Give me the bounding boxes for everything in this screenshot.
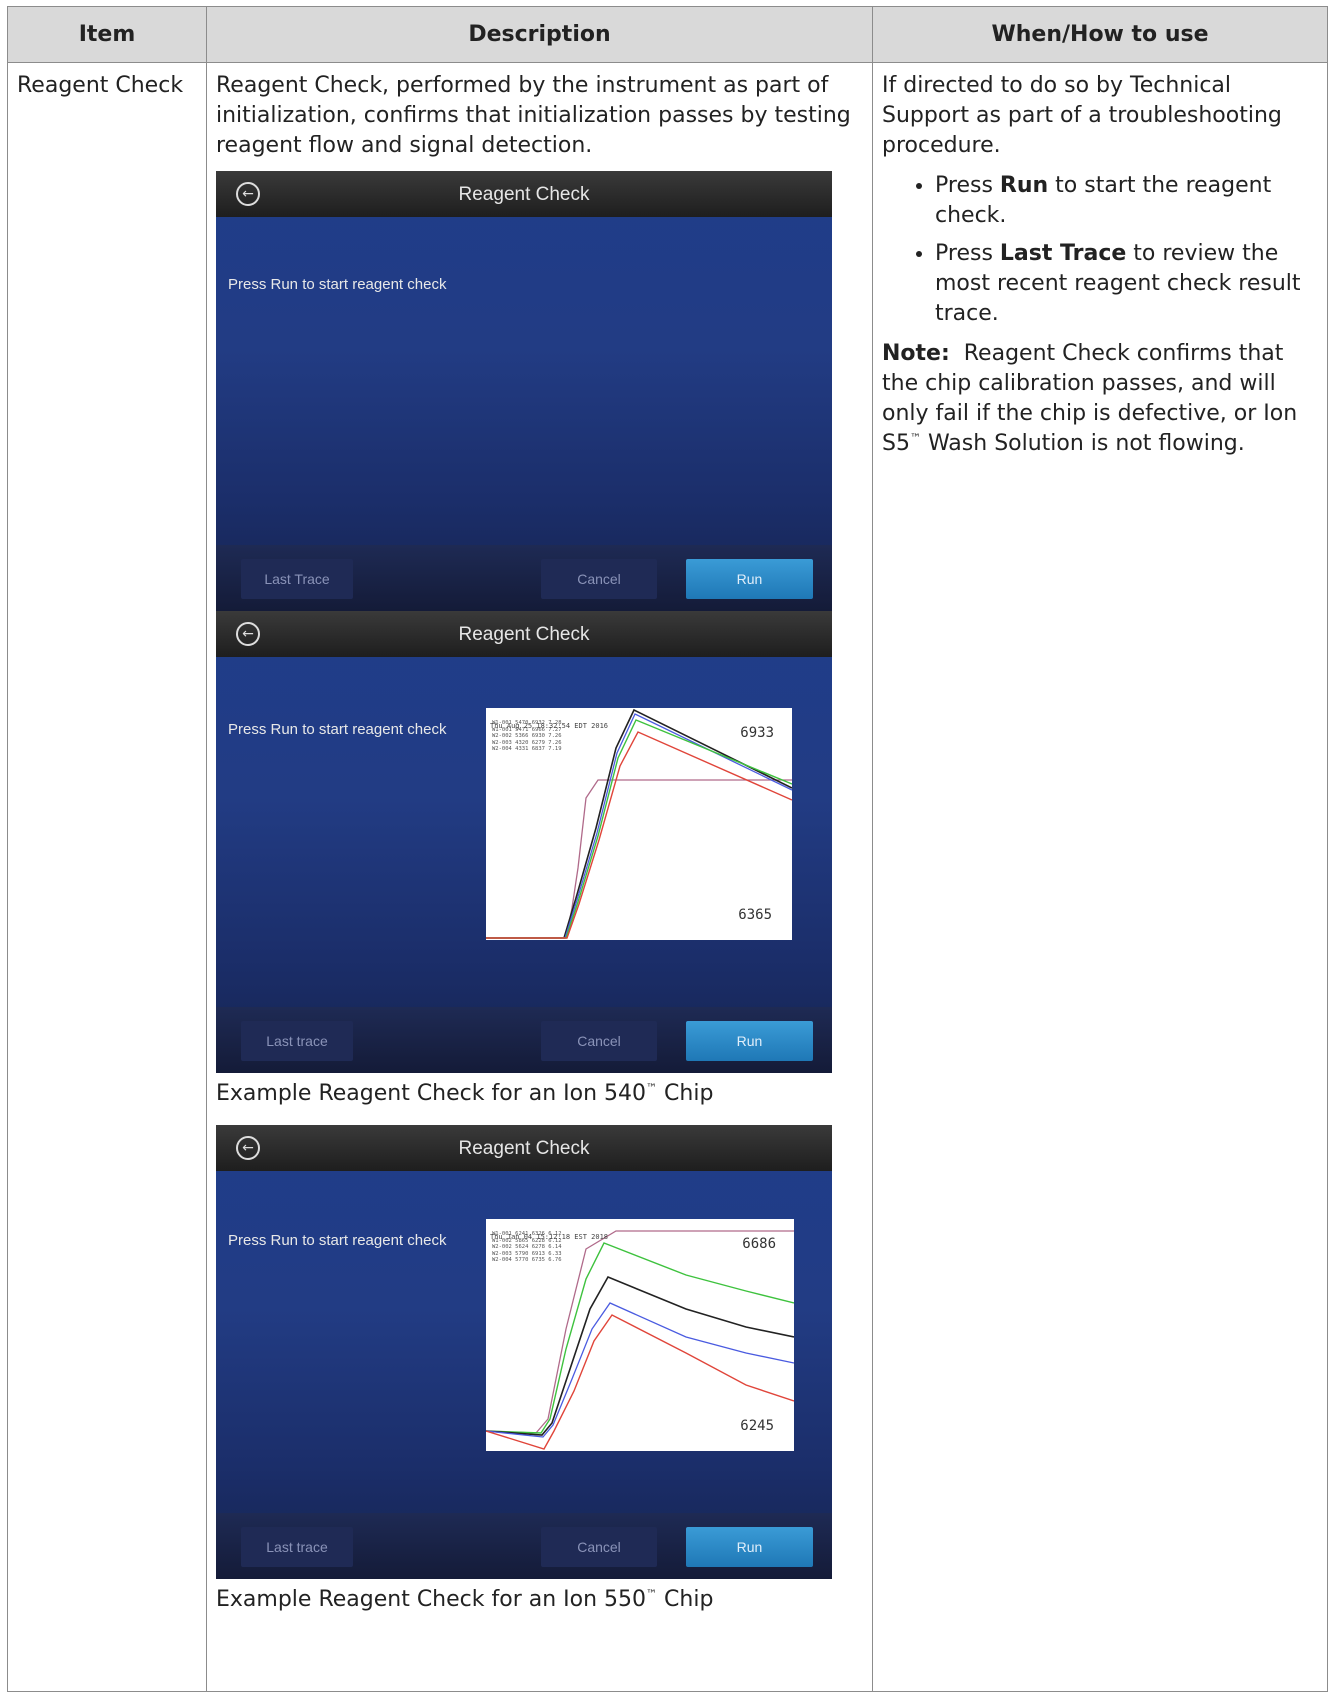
list-text: Press bbox=[935, 241, 1000, 266]
header-description: Description bbox=[206, 6, 873, 63]
item-name: Reagent Check bbox=[17, 73, 184, 98]
trademark: ™ bbox=[909, 431, 921, 445]
note-text: Wash Solution is not flowing. bbox=[920, 431, 1245, 456]
cancel-button[interactable]: Cancel bbox=[541, 1527, 657, 1567]
reagent-check-screen-550: ← Reagent Check Press Run to start reage… bbox=[216, 1125, 832, 1579]
screen-title: Reagent Check bbox=[458, 184, 590, 205]
legend-entry: W1-001 6241 6326 6.12 bbox=[492, 1231, 562, 1237]
trace-min-value: 6365 bbox=[738, 907, 772, 923]
header-when-how: When/How to use bbox=[872, 6, 1328, 63]
description-text: Reagent Check, performed by the instrume… bbox=[216, 73, 851, 158]
list-item: Press Run to start the reagent check. bbox=[935, 171, 1318, 231]
last-trace-button[interactable]: Last trace bbox=[241, 1021, 353, 1061]
caption-text: Chip bbox=[657, 1587, 714, 1612]
last-trace-button[interactable]: Last Trace bbox=[241, 559, 353, 599]
trace-min-value: 6245 bbox=[740, 1418, 774, 1434]
run-button[interactable]: Run bbox=[686, 1021, 813, 1061]
note-label: Note: bbox=[882, 341, 950, 366]
header-item: Item bbox=[7, 6, 207, 63]
screen-prompt: Press Run to start reagent check bbox=[228, 1232, 447, 1249]
description-cell: Reagent Check, performed by the instrume… bbox=[206, 62, 873, 1692]
trace-plot-540: Thu Aug 25 18:32:54 EDT 2016 W1-001 5470… bbox=[486, 708, 792, 940]
list-text: Press bbox=[935, 173, 1000, 198]
screen-titlebar: ← Reagent Check bbox=[216, 611, 832, 657]
trace-legend: W1-001 5470 6932 7.28 W1-001 5471 6966 7… bbox=[492, 720, 562, 753]
screen-title: Reagent Check bbox=[458, 1138, 590, 1159]
usage-intro: If directed to do so by Technical Suppor… bbox=[882, 73, 1282, 158]
last-trace-label: Last Trace bbox=[999, 241, 1127, 266]
caption-text: Example Reagent Check for an Ion 540 bbox=[216, 1081, 647, 1106]
legend-entry: W2-002 5624 6278 6.14 bbox=[492, 1244, 562, 1250]
screen-prompt: Press Run to start reagent check bbox=[228, 276, 447, 293]
trademark: ™ bbox=[646, 1081, 658, 1095]
run-button[interactable]: Run bbox=[686, 559, 813, 599]
run-button[interactable]: Run bbox=[686, 1527, 813, 1567]
screen-titlebar: ← Reagent Check bbox=[216, 1125, 832, 1171]
screen-titlebar: ← Reagent Check bbox=[216, 171, 832, 217]
caption-550: Example Reagent Check for an Ion 550™ Ch… bbox=[216, 1585, 863, 1615]
note: Note: Reagent Check confirms that the ch… bbox=[882, 339, 1318, 459]
usage-cell: If directed to do so by Technical Suppor… bbox=[872, 62, 1328, 1692]
screen-title: Reagent Check bbox=[458, 624, 590, 645]
screen-bottombar: Last Trace Cancel Run bbox=[216, 545, 832, 611]
table-row: Reagent Check Reagent Check, performed b… bbox=[7, 62, 1328, 1692]
cancel-button[interactable]: Cancel bbox=[541, 1021, 657, 1061]
caption-text: Chip bbox=[657, 1081, 714, 1106]
legend-entry: W1-001 5470 6932 7.28 bbox=[492, 720, 562, 726]
last-trace-button[interactable]: Last trace bbox=[241, 1527, 353, 1567]
list-item: Press Last Trace to review the most rece… bbox=[935, 239, 1318, 329]
reagent-check-screen-initial: ← Reagent Check Press Run to start reage… bbox=[216, 171, 832, 611]
run-label: Run bbox=[999, 173, 1049, 198]
legend-entry: W2-004 4331 6837 7.19 bbox=[492, 746, 562, 752]
legend-entry: W2-002 5366 6930 7.26 bbox=[492, 733, 562, 739]
legend-entry: W2-004 5770 6735 6.76 bbox=[492, 1257, 562, 1263]
screen-bottombar: Last trace Cancel Run bbox=[216, 1007, 832, 1073]
caption-540: Example Reagent Check for an Ion 540™ Ch… bbox=[216, 1079, 863, 1109]
reagent-check-table: Item Description When/How to use Reagent… bbox=[7, 6, 1328, 1692]
caption-text: Example Reagent Check for an Ion 550 bbox=[216, 1587, 647, 1612]
screen-prompt: Press Run to start reagent check bbox=[228, 721, 447, 738]
trace-plot-550: Thu Jan 04 15:12:18 EST 2018 W1-001 6241… bbox=[486, 1219, 794, 1451]
trace-max-value: 6686 bbox=[742, 1236, 776, 1252]
trademark: ™ bbox=[646, 1587, 658, 1601]
trace-green bbox=[486, 1242, 794, 1434]
screen-bottombar: Last trace Cancel Run bbox=[216, 1513, 832, 1579]
reagent-check-screen-540: ← Reagent Check Press Run to start reage… bbox=[216, 611, 832, 1073]
cancel-button[interactable]: Cancel bbox=[541, 559, 657, 599]
trace-max-value: 6933 bbox=[740, 725, 774, 741]
item-cell: Reagent Check bbox=[7, 62, 207, 1692]
trace-legend: W1-001 6241 6326 6.12 W1-002 5865 6228 6… bbox=[492, 1231, 562, 1264]
usage-list: Press Run to start the reagent check. Pr… bbox=[882, 171, 1318, 329]
